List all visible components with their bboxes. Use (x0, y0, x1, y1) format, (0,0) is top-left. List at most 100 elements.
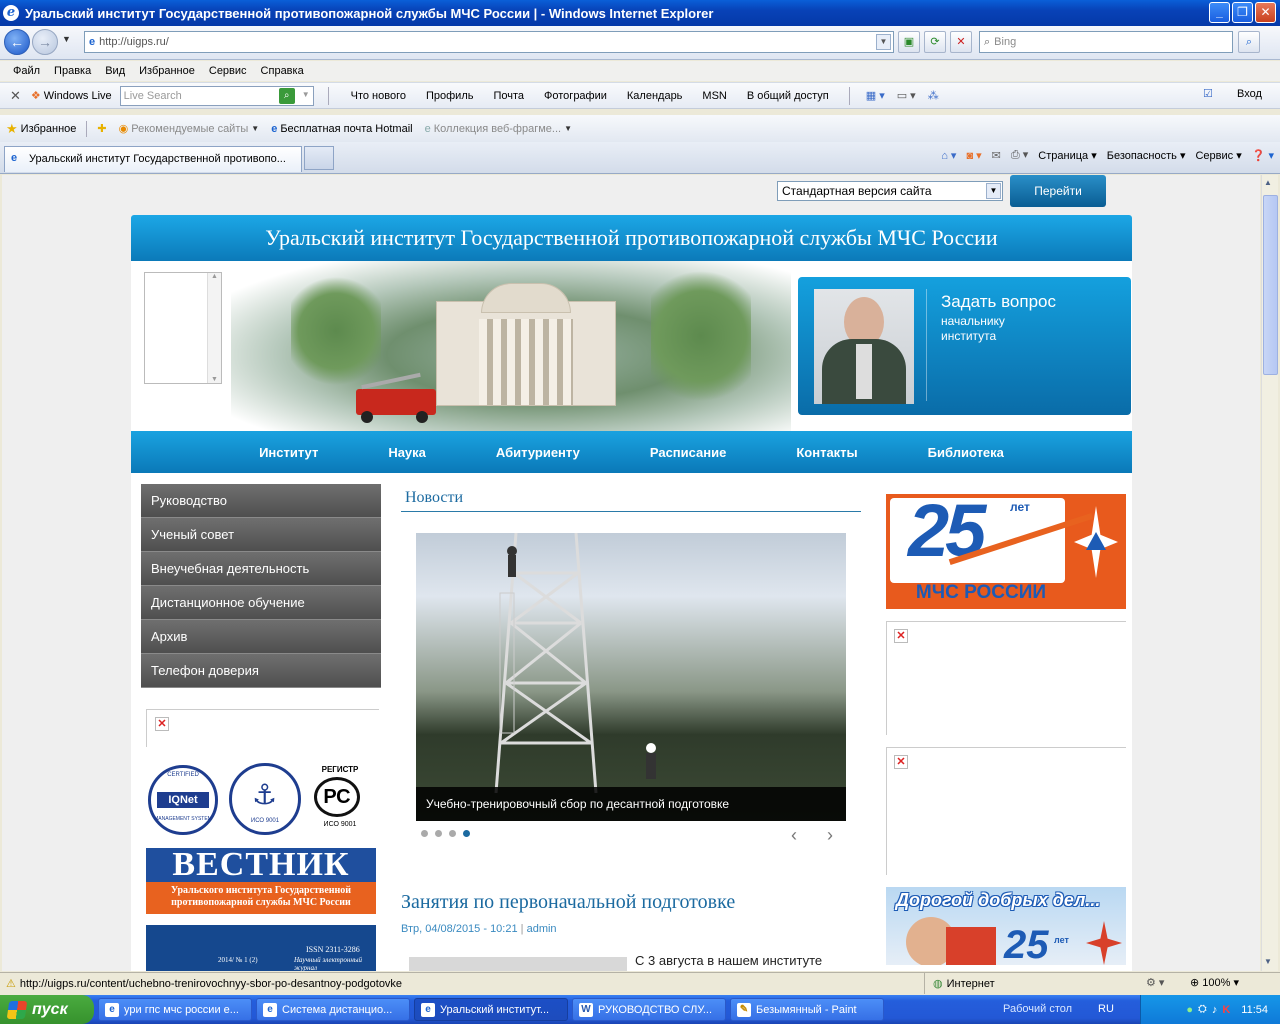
nav-schedule[interactable]: Расписание (615, 445, 762, 460)
live-search-input[interactable]: Live Search (124, 90, 182, 102)
vertical-scrollbar[interactable]: ▲ ▼ (1261, 175, 1278, 971)
stop-icon[interactable]: ✕ (950, 31, 972, 53)
translate-icon[interactable]: ⁂ (922, 89, 945, 102)
checkbox-icon[interactable]: ☑ (1203, 87, 1213, 100)
side-item-academic-council[interactable]: Ученый совет (141, 518, 381, 552)
slider-prev-button[interactable]: ‹ (791, 825, 797, 846)
tray-volume-icon[interactable]: ♪ (1212, 1004, 1218, 1016)
help-icon[interactable]: ❓ ▾ (1252, 149, 1274, 162)
mchs-25-banner[interactable]: 25 лет МЧС РОССИИ (886, 494, 1126, 609)
live-link-profile[interactable]: Профиль (416, 90, 484, 102)
banner-frame[interactable]: ▲ ▼ (144, 272, 222, 384)
slider-next-button[interactable]: › (827, 825, 833, 846)
mail-icon[interactable]: ▭ ▾ (891, 89, 922, 102)
menu-file[interactable]: Файл (6, 65, 47, 77)
fav-suggested-sites[interactable]: ◉ Рекомендуемые сайты ▼ (113, 122, 266, 136)
task-word-document[interactable]: W РУКОВОДСТВО СЛУ... (572, 998, 726, 1021)
article-thumbnail[interactable] (409, 957, 627, 971)
side-item-distance-learning[interactable]: Дистанционное обучение (141, 586, 381, 620)
start-button[interactable]: пуск (0, 995, 94, 1024)
task-ie-search[interactable]: e ури гпс мчс россии е... (98, 998, 252, 1021)
side-item-extracurricular[interactable]: Внеучебная деятельность (141, 552, 381, 586)
menu-view[interactable]: Вид (98, 65, 132, 77)
tray-network-icon[interactable]: ● (1186, 1004, 1193, 1016)
live-link-calendar[interactable]: Календарь (617, 90, 693, 102)
live-link-share[interactable]: В общий доступ (737, 90, 839, 102)
slider-dot-active[interactable] (463, 830, 470, 837)
news-slider[interactable]: Учебно-тренировочный сбор по десантной п… (416, 533, 846, 821)
slider-dot[interactable] (435, 830, 442, 837)
task-distance-system[interactable]: e Система дистанцио... (256, 998, 410, 1021)
feeds-icon[interactable]: ◙ ▾ (966, 149, 981, 162)
article-title[interactable]: Занятия по первоначальной подготовке (401, 891, 735, 914)
go-button[interactable]: Перейти (1010, 175, 1106, 207)
scroll-up-icon[interactable]: ▲ (1264, 178, 1272, 187)
task-paint[interactable]: ✎ Безымянный - Paint (730, 998, 884, 1021)
windows-live-brand[interactable]: Windows Live (44, 90, 112, 102)
cmd-safety[interactable]: Безопасность ▾ (1107, 149, 1186, 162)
slider-dot[interactable] (449, 830, 456, 837)
language-indicator[interactable]: RU (1098, 1003, 1114, 1015)
contacts-icon[interactable]: ▦ ▾ (860, 89, 891, 102)
side-item-hotline[interactable]: Телефон доверия (141, 654, 381, 688)
close-button[interactable]: ✕ (1255, 2, 1276, 23)
home-icon[interactable]: ⌂ ▾ (941, 149, 956, 162)
read-mail-icon[interactable]: ✉ (992, 149, 1001, 162)
vestnik-banner[interactable]: ВЕСТНИК Уральского института Государстве… (146, 848, 376, 914)
cmd-tools[interactable]: Сервис ▾ (1195, 149, 1241, 162)
address-bar[interactable]: e http://uigps.ru/ ▼ (84, 31, 894, 53)
refresh-icon[interactable]: ⟳ (924, 31, 946, 53)
desktop-toolbar-label[interactable]: Рабочий стол (1003, 1003, 1072, 1015)
nav-institute[interactable]: Институт (224, 445, 353, 460)
live-search-go-icon[interactable]: ⌕ (278, 87, 295, 104)
scroll-down-icon[interactable]: ▼ (1264, 957, 1272, 966)
ask-question-title[interactable]: Задать вопрос (941, 292, 1056, 312)
fav-web-slice-gallery[interactable]: e Коллекция веб-фрагме... ▼ (419, 123, 578, 135)
tab-active[interactable]: e Уральский институт Государственной про… (4, 146, 302, 172)
compatibility-icon[interactable]: ▣ (898, 31, 920, 53)
live-link-whats-new[interactable]: Что нового (341, 90, 416, 102)
signin-link[interactable]: Вход (1237, 88, 1262, 100)
slide-caption[interactable]: Учебно-тренировочный сбор по десантной п… (416, 787, 846, 821)
scroll-thumb[interactable] (1263, 195, 1278, 375)
nav-contacts[interactable]: Контакты (761, 445, 892, 460)
tray-antivirus-icon[interactable]: K (1222, 1004, 1230, 1016)
protected-mode-icon[interactable]: ⚙ ▾ (1146, 976, 1164, 989)
ask-question-box[interactable]: Задать вопрос начальнику института (798, 277, 1131, 415)
site-version-select[interactable]: Стандартная версия сайта ▼ (777, 181, 1003, 201)
search-box[interactable]: ⌕ Bing (979, 31, 1233, 53)
live-link-photos[interactable]: Фотографии (534, 90, 617, 102)
maximize-button[interactable]: ❐ (1232, 2, 1253, 23)
zoom-level[interactable]: ⊕ 100% ▾ (1190, 976, 1239, 989)
tray-clock[interactable]: 11:54 (1241, 1004, 1268, 1016)
fav-hotmail[interactable]: e Бесплатная почта Hotmail (265, 123, 418, 135)
add-favorite-icon[interactable]: ✚ (91, 122, 112, 135)
menu-favorites[interactable]: Избранное (132, 65, 202, 77)
close-toolbar-icon[interactable]: ✕ (0, 88, 31, 104)
new-tab-button[interactable] (304, 146, 334, 170)
forward-button[interactable]: → (32, 29, 58, 55)
live-link-mail[interactable]: Почта (483, 90, 534, 102)
minimize-button[interactable]: _ (1209, 2, 1230, 23)
address-input[interactable]: http://uigps.ru/ (99, 36, 169, 48)
side-item-archive[interactable]: Архив (141, 620, 381, 654)
menu-edit[interactable]: Правка (47, 65, 98, 77)
search-input[interactable]: Bing (994, 36, 1016, 48)
cmd-page[interactable]: Страница ▾ (1038, 149, 1096, 162)
nav-library[interactable]: Библиотека (893, 445, 1039, 460)
back-button[interactable]: ← (4, 29, 30, 55)
print-icon[interactable]: ⎙ ▾ (1011, 148, 1028, 162)
tray-safely-remove-icon[interactable]: ⛭ (1198, 1003, 1207, 1016)
history-dropdown-icon[interactable]: ▼ (62, 34, 71, 44)
slider-dot[interactable] (421, 830, 428, 837)
select-dropdown-icon[interactable]: ▼ (986, 183, 1001, 199)
menu-tools[interactable]: Сервис (202, 65, 254, 77)
menu-help[interactable]: Справка (254, 65, 311, 77)
live-link-msn[interactable]: MSN (692, 90, 736, 102)
nav-applicants[interactable]: Абитуриенту (461, 445, 615, 460)
address-dropdown-icon[interactable]: ▼ (876, 34, 891, 50)
favorites-button[interactable]: ★ Избранное (0, 121, 82, 137)
vestnik-journal-cover[interactable]: ISSN 2311-3286 2014/ № 1 (2) Научный эле… (146, 925, 376, 971)
search-go-icon[interactable]: ⌕ (1238, 31, 1260, 53)
nav-science[interactable]: Наука (353, 445, 461, 460)
